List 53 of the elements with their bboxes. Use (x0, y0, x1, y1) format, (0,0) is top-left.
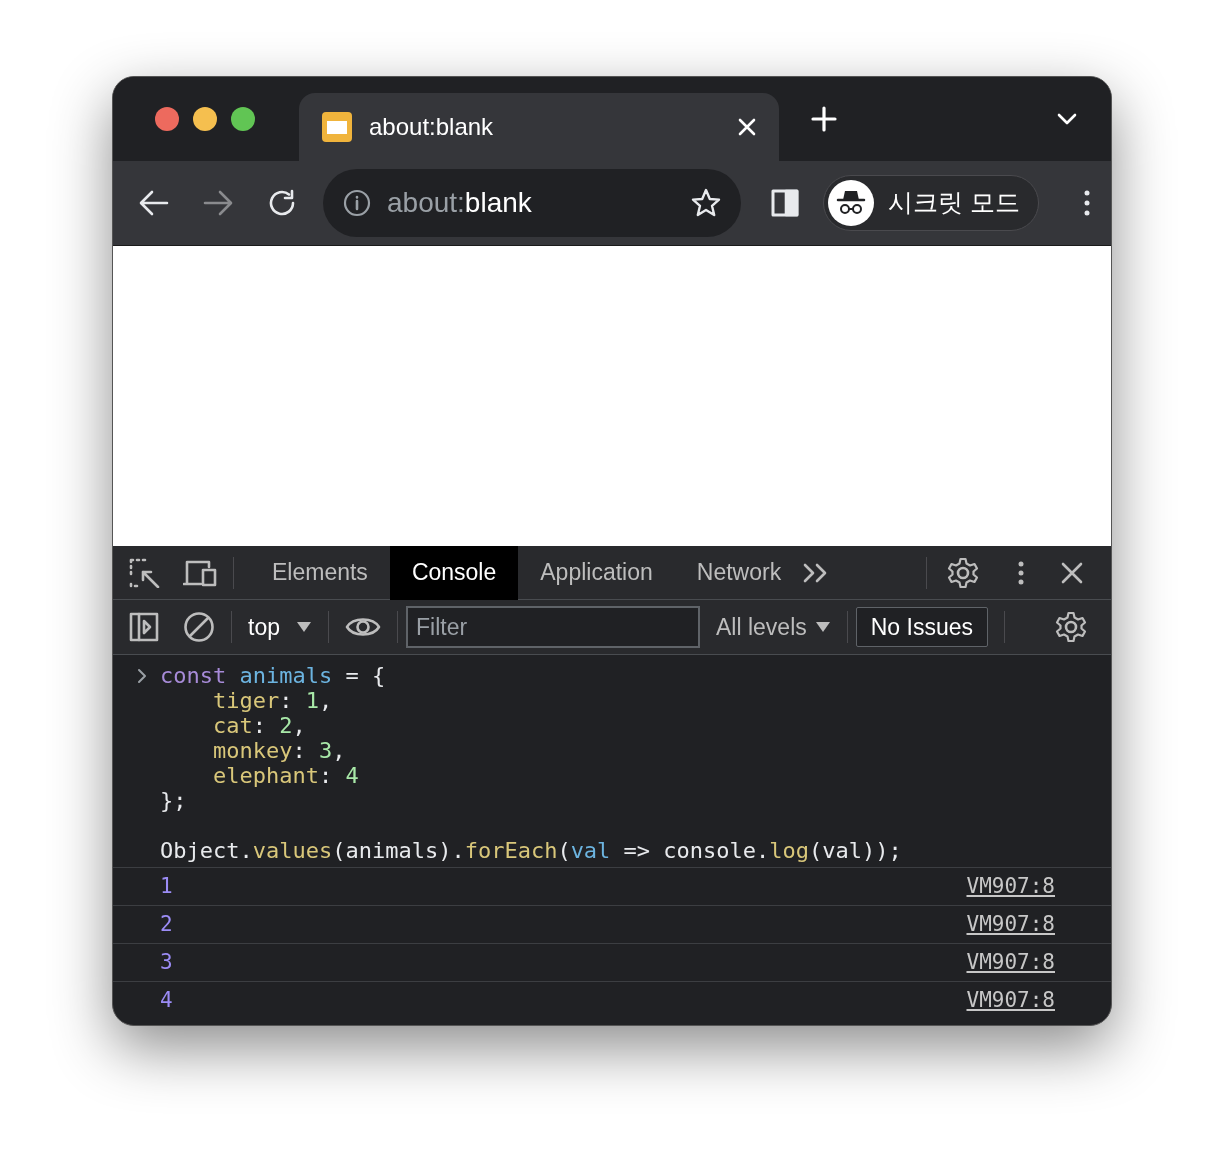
code-line: cat: 2, (212, 713, 307, 738)
address-bar[interactable]: about:blank (323, 169, 741, 237)
address-text: about:blank (387, 186, 533, 220)
source-link[interactable]: VM907:8 (966, 908, 1055, 941)
chevron-down-icon[interactable] (1057, 113, 1077, 125)
window-minimize-button[interactable] (193, 107, 217, 131)
devtools-tab[interactable]: Network (674, 545, 804, 600)
device-toolbar-icon[interactable] (183, 558, 217, 587)
caret-down-icon (296, 621, 312, 633)
side-panel-icon[interactable] (771, 189, 799, 217)
code-line: }; (159, 788, 188, 813)
console-settings-icon[interactable] (1055, 611, 1087, 643)
back-arrow-icon[interactable] (139, 190, 169, 216)
window-close-button[interactable] (155, 107, 179, 131)
log-value: 4 (160, 986, 173, 1014)
code-line: elephant: 4 (212, 763, 360, 788)
window-zoom-button[interactable] (231, 107, 255, 131)
log-value: 3 (160, 948, 173, 976)
code-line: const animals = { (113, 663, 1111, 688)
sidebar-toggle-icon[interactable] (129, 612, 159, 642)
incognito-profile-button[interactable]: 시크릿 모드 (823, 175, 1039, 231)
log-levels-dropdown[interactable]: All levels (716, 615, 831, 639)
prompt-chevron-icon (137, 668, 147, 684)
reload-icon[interactable] (267, 188, 297, 218)
tab-title: about:blank (369, 112, 495, 142)
inspect-element-icon[interactable] (129, 557, 161, 588)
issues-button[interactable]: No Issues (855, 606, 988, 648)
clear-console-icon[interactable] (183, 611, 215, 643)
devtools-tab[interactable]: Elements (250, 545, 390, 600)
close-icon[interactable] (1061, 561, 1083, 584)
new-tab-icon[interactable] (811, 106, 837, 132)
info-icon (343, 189, 371, 217)
context-dropdown[interactable]: top (248, 615, 312, 639)
source-link[interactable]: VM907:8 (966, 984, 1055, 1017)
source-link[interactable]: VM907:8 (966, 870, 1055, 903)
star-icon[interactable] (691, 188, 721, 218)
more-options-icon[interactable] (1017, 559, 1025, 586)
page-icon (321, 111, 353, 143)
devtools-tab[interactable]: Application (518, 545, 675, 600)
code-line: monkey: 3, (212, 738, 347, 763)
log-value: 2 (160, 910, 173, 938)
browser-tab[interactable]: about:blank (299, 93, 779, 161)
devtools-tab[interactable]: Console (389, 545, 519, 600)
more-menu-icon[interactable] (1083, 189, 1091, 217)
log-value: 1 (160, 872, 173, 900)
caret-down-icon (814, 621, 831, 633)
code-line: tiger: 1, (212, 688, 334, 713)
eye-icon[interactable] (345, 615, 381, 639)
incognito-icon (828, 180, 874, 226)
code-line: Object.values(animals).forEach(val => console.log(val)); (159, 837, 903, 863)
filter-input[interactable]: Filter (406, 606, 700, 648)
settings-gear-icon[interactable] (947, 556, 979, 589)
source-link[interactable]: VM907:8 (966, 946, 1055, 979)
